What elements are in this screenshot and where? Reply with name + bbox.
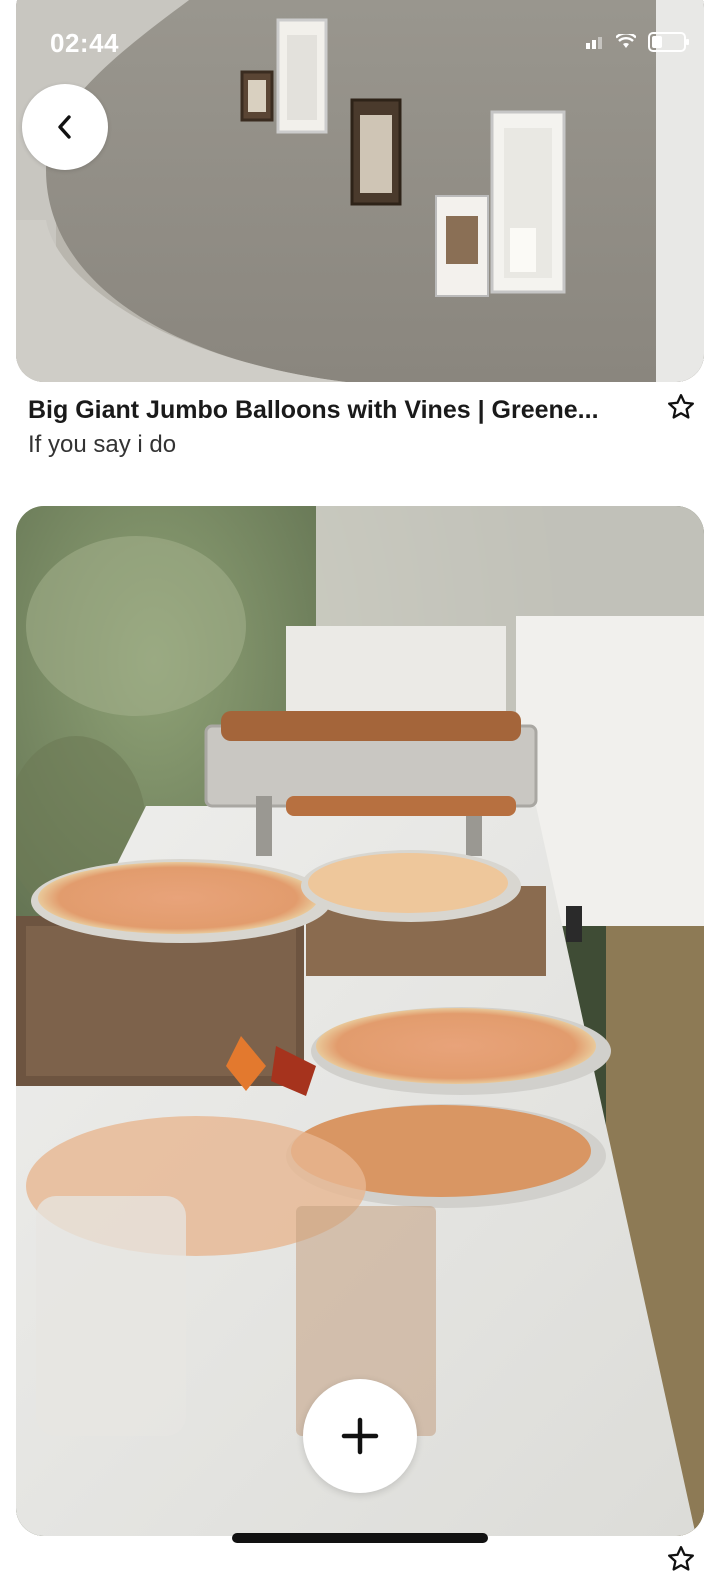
star-outline-icon xyxy=(668,1546,694,1571)
plus-icon xyxy=(341,1417,379,1455)
home-indicator xyxy=(232,1533,488,1543)
pin-subtitle[interactable]: If you say i do xyxy=(28,431,176,459)
back-button[interactable] xyxy=(22,84,108,170)
star-outline-icon xyxy=(668,394,694,419)
save-pin-button-next[interactable] xyxy=(666,1544,696,1579)
signal-icon xyxy=(586,37,602,49)
add-button[interactable] xyxy=(303,1379,417,1493)
lanterns-photo xyxy=(16,0,704,382)
status-time: 02:44 xyxy=(50,28,119,58)
save-pin-button[interactable] xyxy=(666,392,696,427)
wifi-icon xyxy=(616,34,636,48)
battery-icon xyxy=(648,32,689,52)
pin-title[interactable]: Big Giant Jumbo Balloons with Vines | Gr… xyxy=(28,396,648,425)
chevron-left-icon xyxy=(58,115,71,139)
status-icons xyxy=(586,32,690,52)
pin-image-lanterns[interactable] xyxy=(16,0,704,382)
